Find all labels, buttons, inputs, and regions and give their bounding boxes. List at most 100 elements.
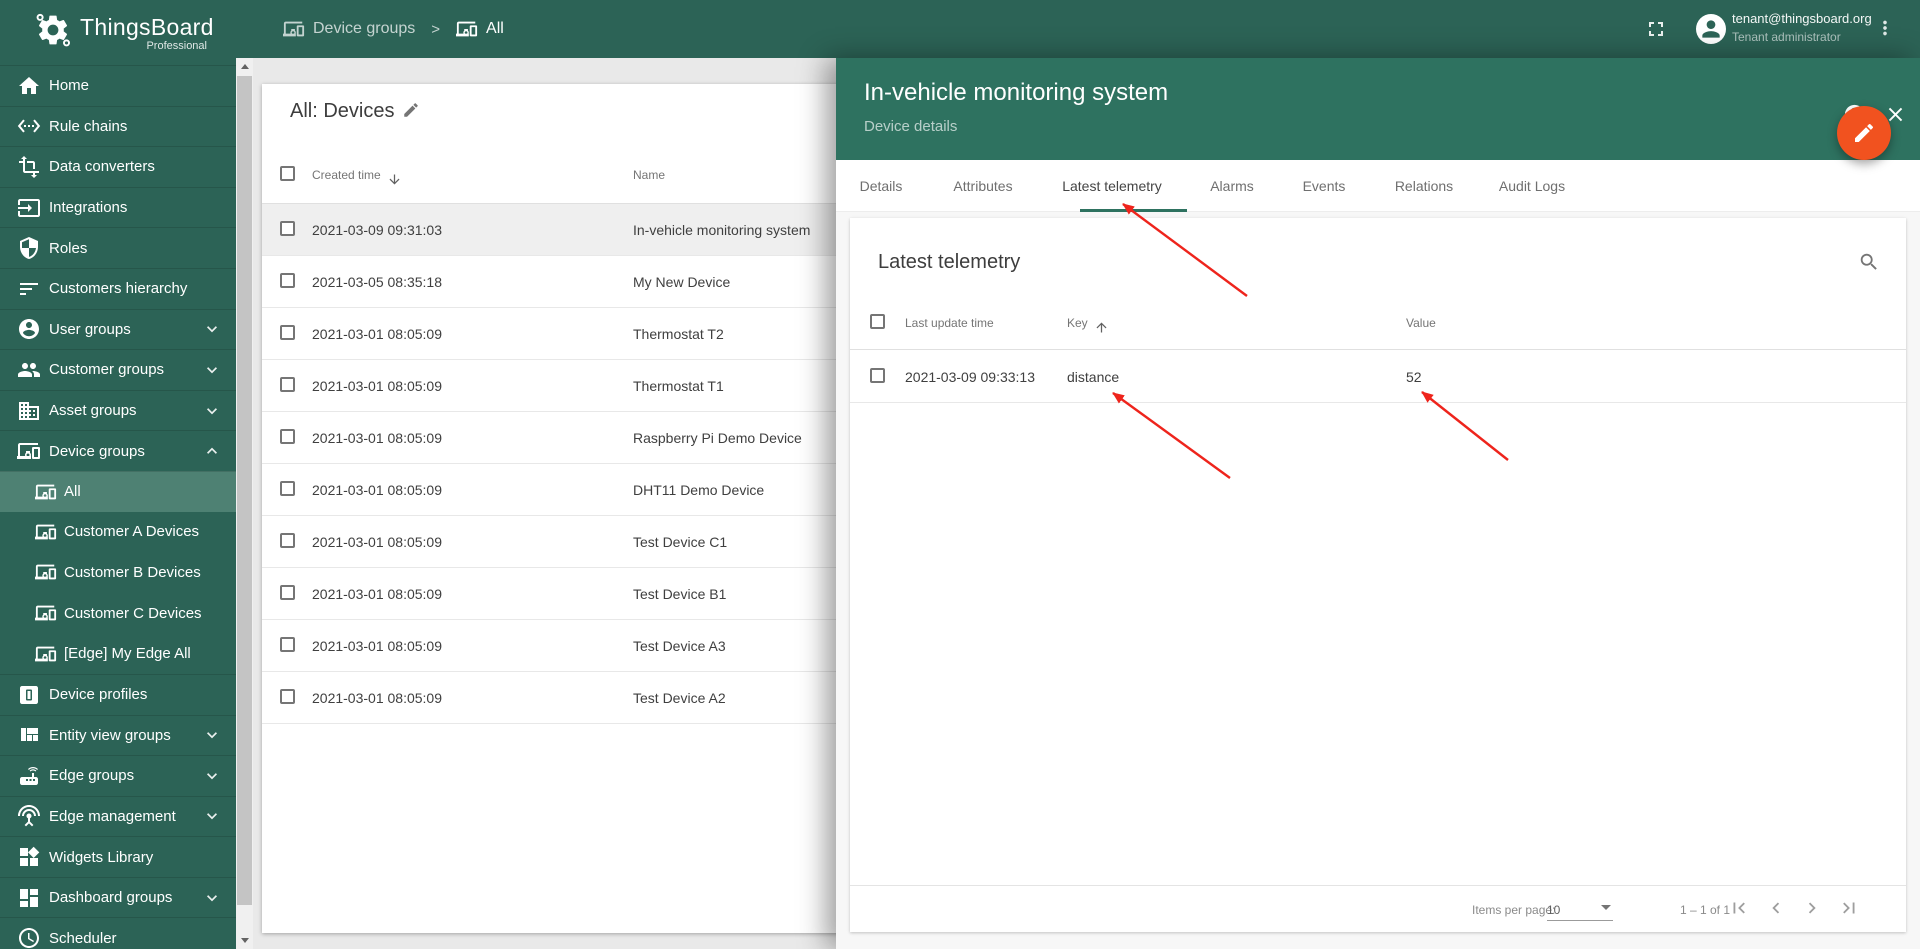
sidebar-item-dashboard-groups[interactable]: Dashboard groups <box>0 876 236 918</box>
tab-alarms[interactable]: Alarms <box>1210 160 1254 212</box>
column-name[interactable]: Name <box>633 168 665 182</box>
sidebar-item-device-groups[interactable]: Device groups <box>0 430 236 471</box>
search-icon[interactable] <box>1858 251 1880 273</box>
telemetry-row[interactable]: 2021-03-09 09:33:13 distance 52 <box>850 350 1906 403</box>
row-checkbox[interactable] <box>280 585 295 600</box>
sidebar-item-label: Customers hierarchy <box>49 280 188 298</box>
sidebar-item-data-converters[interactable]: Data converters <box>0 146 236 187</box>
device-row[interactable]: 2021-03-01 08:05:09 Test Device C1 <box>262 516 862 568</box>
device-row[interactable]: 2021-03-01 08:05:09 DHT11 Demo Device <box>262 464 862 516</box>
row-checkbox[interactable] <box>280 637 295 652</box>
column-last-update-time[interactable]: Last update time <box>905 316 994 330</box>
device-row[interactable]: 2021-03-01 08:05:09 Test Device B1 <box>262 568 862 620</box>
device-groups-icon <box>456 18 478 40</box>
column-key[interactable]: Key <box>1067 316 1109 333</box>
device-row[interactable]: 2021-03-09 09:31:03 In-vehicle monitoring… <box>262 204 862 256</box>
row-checkbox[interactable] <box>870 368 885 383</box>
tab-details[interactable]: Details <box>860 160 903 212</box>
column-value[interactable]: Value <box>1406 316 1436 330</box>
breadcrumb-all[interactable]: All <box>456 18 504 40</box>
scrollbar-up-button[interactable] <box>236 58 253 75</box>
row-checkbox[interactable] <box>280 377 295 392</box>
row-checkbox[interactable] <box>280 325 295 340</box>
device-groups-icon <box>35 605 57 621</box>
sidebar-item-edge-management[interactable]: Edge management <box>0 795 236 837</box>
more-menu-button[interactable] <box>1874 17 1896 39</box>
next-page-button[interactable] <box>1801 897 1823 919</box>
first-page-button[interactable] <box>1728 897 1750 919</box>
details-header: In-vehicle monitoring system Device deta… <box>836 58 1920 160</box>
thingsboard-app: ThingsBoard Professional Device groups >… <box>0 0 1920 949</box>
sidebar-item-label: Customer B Devices <box>64 563 201 581</box>
last-page-icon <box>1843 902 1855 914</box>
select-all-checkbox[interactable] <box>280 166 295 181</box>
telemetry-select-all-checkbox[interactable] <box>870 314 885 329</box>
sidebar-item-widgets-library[interactable]: Widgets Library <box>0 836 236 877</box>
sidebar-item-edge-groups[interactable]: Edge groups <box>0 755 236 796</box>
breadcrumb-device-groups[interactable]: Device groups <box>283 18 415 40</box>
tab-latest-telemetry[interactable]: Latest telemetry <box>1062 160 1162 212</box>
last-page-button[interactable] <box>1838 897 1860 919</box>
device-row[interactable]: 2021-03-01 08:05:09 Thermostat T2 <box>262 308 862 360</box>
chevron-down-icon <box>207 407 217 414</box>
tab-relations[interactable]: Relations <box>1395 160 1453 212</box>
device-row[interactable]: 2021-03-01 08:05:09 Test Device A3 <box>262 620 862 672</box>
device-row[interactable]: 2021-03-05 08:35:18 My New Device <box>262 256 862 308</box>
edit-device-fab[interactable] <box>1837 106 1891 160</box>
paginator: Items per page: 10 1 – 1 of 1 <box>850 885 1906 932</box>
devices-table-body: 2021-03-09 09:31:03 In-vehicle monitoring… <box>262 204 862 724</box>
scrollbar-down-button[interactable] <box>236 932 253 949</box>
sidebar-item-label: Device profiles <box>49 686 148 704</box>
sidebar-item-device-profiles[interactable]: Device profiles <box>0 673 236 715</box>
sidebar-item-user-groups[interactable]: User groups <box>0 308 236 350</box>
avatar[interactable] <box>1696 14 1726 44</box>
fullscreen-button[interactable] <box>1644 17 1668 41</box>
row-checkbox[interactable] <box>280 221 295 236</box>
row-checkbox[interactable] <box>280 689 295 704</box>
telemetry-table-body: 2021-03-09 09:33:13 distance 52 <box>850 350 1906 403</box>
items-per-page-select[interactable]: 10 <box>1547 903 1613 921</box>
sidebar-item-edge-my-edge-all[interactable]: [Edge] My Edge All <box>0 633 236 674</box>
sidebar-item-asset-groups[interactable]: Asset groups <box>0 389 236 431</box>
user-menu[interactable]: tenant@thingsboard.org Tenant administra… <box>1732 11 1872 44</box>
telemetry-heading: Latest telemetry <box>878 251 1021 273</box>
device-created-time: 2021-03-01 08:05:09 <box>312 586 442 602</box>
breadcrumb-separator: > <box>431 20 441 38</box>
device-row[interactable]: 2021-03-01 08:05:09 Raspberry Pi Demo Dev… <box>262 412 862 464</box>
details-tabs: Details Attributes Latest telemetry Alarms E… <box>836 160 1920 212</box>
device-row[interactable]: 2021-03-01 08:05:09 Thermostat T1 <box>262 360 862 412</box>
row-checkbox[interactable] <box>280 273 295 288</box>
sidebar-item-label: All <box>64 483 81 501</box>
tab-audit-logs[interactable]: Audit Logs <box>1499 160 1565 212</box>
tab-events[interactable]: Events <box>1303 160 1346 212</box>
sidebar-item-customers-hierarchy[interactable]: Customers hierarchy <box>0 267 236 309</box>
sidebar-scrollbar[interactable] <box>236 58 253 949</box>
sidebar-item-customer-groups[interactable]: Customer groups <box>0 349 236 390</box>
sort-desc-icon <box>387 172 402 186</box>
row-checkbox[interactable] <box>280 533 295 548</box>
sidebar-item-integrations[interactable]: Integrations <box>0 186 236 228</box>
sidebar-item-customer-b-devices[interactable]: Customer B Devices <box>0 552 236 593</box>
tab-attributes[interactable]: Attributes <box>953 160 1012 212</box>
sidebar-item-rule-chains[interactable]: Rule chains <box>0 105 236 147</box>
sidebar-item-device-groups-all[interactable]: All <box>0 470 236 512</box>
edit-group-icon[interactable] <box>402 101 420 119</box>
sidebar-item-customer-c-devices[interactable]: Customer C Devices <box>0 593 236 634</box>
sidebar-item-label: Customer C Devices <box>64 604 202 622</box>
logo[interactable]: ThingsBoard Professional <box>0 0 236 58</box>
sidebar-item-home[interactable]: Home <box>0 65 236 106</box>
row-checkbox[interactable] <box>280 481 295 496</box>
sidebar-item-roles[interactable]: Roles <box>0 227 236 268</box>
device-row[interactable]: 2021-03-01 08:05:09 Test Device A2 <box>262 672 862 724</box>
previous-page-button[interactable] <box>1765 897 1787 919</box>
telemetry-time: 2021-03-09 09:33:13 <box>905 369 1035 385</box>
user-groups-icon <box>19 319 39 340</box>
sidebar-item-label: Customer A Devices <box>64 523 200 541</box>
row-checkbox[interactable] <box>280 429 295 444</box>
sidebar-item-entity-view-groups[interactable]: Entity view groups <box>0 714 236 756</box>
scrollbar-thumb[interactable] <box>237 76 252 905</box>
details-subtitle: Device details <box>864 118 958 135</box>
column-created-time[interactable]: Created time <box>312 168 402 186</box>
sidebar-item-customer-a-devices[interactable]: Customer A Devices <box>0 512 236 553</box>
sidebar-item-scheduler[interactable]: Scheduler <box>0 917 236 949</box>
